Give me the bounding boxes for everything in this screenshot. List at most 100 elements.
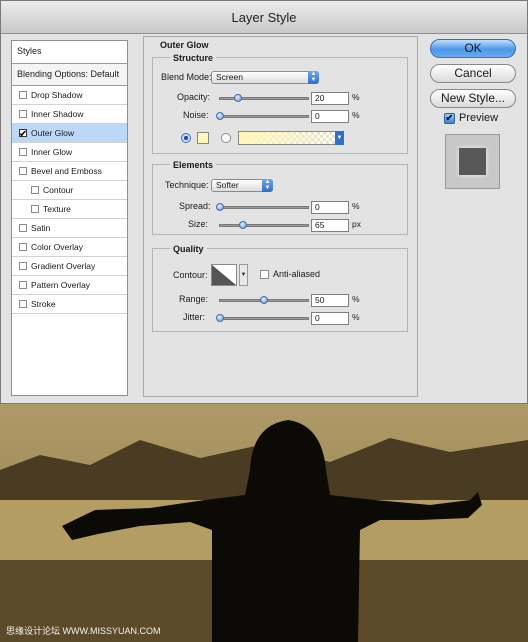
opacity-unit: % bbox=[352, 92, 360, 102]
new-style-button[interactable]: New Style... bbox=[430, 89, 516, 108]
blend-mode-label: Blend Mode: bbox=[161, 72, 212, 82]
popup-arrows-icon: ▲ ▼ bbox=[308, 71, 319, 84]
range-unit: % bbox=[352, 294, 360, 304]
watermark-text: 思缘设计论坛 WWW.MISSYUAN.COM bbox=[6, 625, 161, 636]
size-label: Size: bbox=[188, 219, 209, 229]
elements-group: Elements Technique: Softer ▲ ▼ Spread: 0 … bbox=[152, 160, 408, 235]
ok-button[interactable]: OK bbox=[430, 39, 516, 58]
noise-slider[interactable] bbox=[216, 112, 309, 120]
contour-picker[interactable] bbox=[211, 264, 237, 286]
style-item-checkbox[interactable] bbox=[19, 243, 27, 251]
range-slider-thumb[interactable] bbox=[260, 296, 268, 304]
style-item[interactable]: Bevel and Emboss bbox=[12, 162, 127, 181]
noise-label: Noise: bbox=[183, 110, 209, 120]
gradient-radio[interactable] bbox=[221, 133, 231, 143]
style-item-checkbox[interactable] bbox=[19, 262, 27, 270]
contour-label: Contour: bbox=[173, 270, 208, 280]
style-item-checkbox[interactable] bbox=[19, 300, 27, 308]
style-item[interactable]: Inner Glow bbox=[12, 143, 127, 162]
structure-title: Structure bbox=[170, 53, 217, 63]
style-item-checkbox[interactable] bbox=[19, 224, 27, 232]
style-preview-box bbox=[445, 134, 500, 189]
color-radio[interactable] bbox=[181, 133, 191, 143]
style-item[interactable]: Texture bbox=[12, 200, 127, 219]
style-item-checkbox[interactable] bbox=[19, 167, 27, 175]
elements-title: Elements bbox=[170, 160, 217, 170]
gradient-dropdown-icon[interactable]: ▼ bbox=[335, 131, 344, 145]
layer-style-dialog: Layer Style Styles Blending Options: Def… bbox=[0, 0, 528, 404]
preview-checkbox[interactable]: ✔ bbox=[444, 113, 455, 124]
blend-mode-select[interactable]: Screen ▲ ▼ bbox=[211, 71, 319, 84]
size-slider[interactable] bbox=[219, 221, 309, 229]
style-item-label: Pattern Overlay bbox=[31, 280, 91, 290]
range-slider[interactable] bbox=[219, 296, 309, 304]
quality-title: Quality bbox=[170, 244, 207, 254]
dialog-title: Layer Style bbox=[1, 1, 527, 34]
style-item-label: Outer Glow bbox=[31, 128, 74, 138]
style-item-label: Stroke bbox=[31, 299, 56, 309]
jitter-field[interactable]: 0 bbox=[311, 312, 349, 325]
style-item-checkbox[interactable] bbox=[31, 186, 39, 194]
spread-label: Spread: bbox=[179, 201, 211, 211]
style-item-label: Inner Glow bbox=[31, 147, 73, 157]
style-item[interactable]: Satin bbox=[12, 219, 127, 238]
styles-items: Drop Shadow Inner Shadow Outer Glow Inner G… bbox=[12, 86, 127, 314]
quality-group: Quality Contour: ▼ Anti-aliased Range: 5… bbox=[152, 244, 408, 332]
noise-field[interactable]: 0 bbox=[311, 110, 349, 123]
preview-swatch bbox=[459, 148, 486, 175]
style-item-label: Texture bbox=[43, 204, 71, 214]
style-item-label: Contour bbox=[43, 185, 74, 195]
technique-label: Technique: bbox=[165, 180, 209, 190]
style-item[interactable]: Inner Shadow bbox=[12, 105, 127, 124]
opacity-label: Opacity: bbox=[177, 92, 211, 102]
glow-gradient-picker[interactable]: ▼ bbox=[238, 131, 344, 145]
style-item-checkbox[interactable] bbox=[19, 126, 27, 144]
jitter-slider-thumb[interactable] bbox=[216, 314, 224, 322]
style-item[interactable]: Outer Glow bbox=[12, 124, 127, 144]
noise-slider-thumb[interactable] bbox=[216, 112, 224, 120]
contour-dropdown-icon[interactable]: ▼ bbox=[239, 264, 248, 286]
style-item[interactable]: Pattern Overlay bbox=[12, 276, 127, 295]
opacity-slider[interactable] bbox=[219, 94, 309, 102]
technique-select[interactable]: Softer ▲ ▼ bbox=[211, 179, 273, 192]
styles-list: Styles Blending Options: Default Drop Sh… bbox=[11, 40, 128, 396]
spread-field[interactable]: 0 bbox=[311, 201, 349, 214]
style-item[interactable]: Color Overlay bbox=[12, 238, 127, 257]
style-item-label: Gradient Overlay bbox=[31, 261, 96, 271]
blending-options[interactable]: Blending Options: Default bbox=[12, 64, 127, 86]
style-item[interactable]: Stroke bbox=[12, 295, 127, 314]
style-item-checkbox[interactable] bbox=[19, 148, 27, 156]
noise-unit: % bbox=[352, 110, 360, 120]
style-item-checkbox[interactable] bbox=[19, 110, 27, 118]
blend-mode-value: Screen bbox=[216, 72, 243, 82]
styles-header[interactable]: Styles bbox=[12, 41, 127, 64]
jitter-label: Jitter: bbox=[183, 312, 206, 322]
style-item-label: Satin bbox=[31, 223, 51, 233]
size-slider-thumb[interactable] bbox=[238, 221, 247, 229]
style-item-checkbox[interactable] bbox=[19, 281, 27, 289]
spread-slider-thumb[interactable] bbox=[216, 203, 224, 211]
range-label: Range: bbox=[179, 294, 209, 304]
size-field[interactable]: 65 bbox=[311, 219, 349, 232]
jitter-slider[interactable] bbox=[216, 314, 309, 322]
style-item-label: Color Overlay bbox=[31, 242, 83, 252]
cancel-button[interactable]: Cancel bbox=[430, 64, 516, 83]
glow-color-swatch[interactable] bbox=[197, 132, 209, 144]
technique-value: Softer bbox=[216, 180, 239, 190]
style-item-label: Bevel and Emboss bbox=[31, 166, 102, 176]
anti-aliased-checkbox[interactable] bbox=[260, 270, 269, 279]
opacity-field[interactable]: 20 bbox=[311, 92, 349, 105]
range-field[interactable]: 50 bbox=[311, 294, 349, 307]
style-item[interactable]: Contour bbox=[12, 181, 127, 200]
style-item-label: Inner Shadow bbox=[31, 109, 84, 119]
spread-slider[interactable] bbox=[216, 203, 309, 211]
style-item-checkbox[interactable] bbox=[19, 91, 27, 99]
contour-curve-icon bbox=[212, 265, 236, 285]
opacity-slider-thumb[interactable] bbox=[233, 94, 242, 102]
style-item[interactable]: Drop Shadow bbox=[12, 86, 127, 105]
style-item[interactable]: Gradient Overlay bbox=[12, 257, 127, 276]
panel-title: Outer Glow bbox=[160, 40, 209, 50]
style-item-checkbox[interactable] bbox=[31, 205, 39, 213]
anti-aliased-label: Anti-aliased bbox=[273, 269, 321, 279]
structure-group: Structure Blend Mode: Screen ▲ ▼ Opacity:… bbox=[152, 53, 408, 154]
